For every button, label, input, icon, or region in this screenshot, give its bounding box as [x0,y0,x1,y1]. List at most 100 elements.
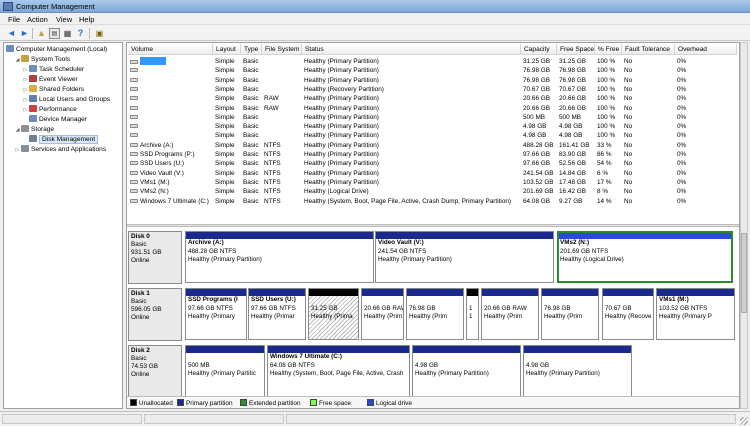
tree-item-performance[interactable]: ▷ Performance [22,105,77,115]
partition-block[interactable]: 31.25 GB Healthy (Prima [308,288,359,340]
table-cell: Simple [215,141,235,149]
disk-label-1[interactable]: Disk 1 Basic 596.05 GB Online [128,288,182,341]
column-header-capacity[interactable]: Capacity [521,44,557,55]
menu-view[interactable]: View [56,15,72,24]
partition-block[interactable]: 70.67 GB Healthy (Recove [602,288,654,340]
table-cell: 14 % [597,197,612,205]
vertical-scrollbar[interactable] [740,42,748,409]
table-cell: 0% [677,151,687,158]
column-header-overhead[interactable]: Overhead [675,44,737,55]
table-cell [264,66,302,76]
partition-size: 500 MB [188,361,210,369]
menu-help[interactable]: Help [79,15,94,24]
title-bar: Computer Management [0,0,750,13]
partition-block[interactable]: 76.98 GB Healthy (Prim [541,288,599,340]
table-cell: 100 % [597,132,616,140]
expand-icon[interactable]: ▷ [22,75,29,85]
collapse-icon[interactable]: ◢ [14,55,21,65]
disk-label-2[interactable]: Disk 2 Basic 74.53 GB Online [128,345,182,398]
partition-block[interactable]: SSD Programs (I 97.66 GB NTFS Healthy (Pri… [185,288,247,340]
column-header-status[interactable]: Status [302,44,521,55]
resize-grip-icon[interactable] [740,417,748,425]
properties-icon[interactable]: ▦ [62,28,73,39]
table-row[interactable]: Simple Basic Healthy (Primary Partition) 50… [127,113,739,122]
disk-label-0[interactable]: Disk 0 Basic 931.51 GB Online [128,231,182,284]
expand-icon[interactable]: ▷ [22,85,29,95]
partition-block[interactable]: Video Vault (V:) 241.54 GB NTFS Healthy (P… [375,231,554,283]
help-icon[interactable]: ? [75,28,86,39]
pane-splitter[interactable] [127,224,739,227]
table-row[interactable]: Simple Basic Healthy (Primary Partition) 31… [127,57,739,66]
table-row[interactable]: Windows 7 Ultimate (C:) Simple Basic NTFS He… [127,197,739,206]
tree-item-shared-folders[interactable]: ▷ Shared Folders [22,85,84,95]
partition-block[interactable]: VMs2 (N:) 201.69 GB NTFS Healthy (Logical … [557,231,733,283]
tree-item-storage[interactable]: ◢ Storage [14,125,54,135]
forward-arrow-icon[interactable]: ► [19,28,30,39]
column-header-file-system[interactable]: File System [262,44,302,55]
partition-status: Healthy (Primary [188,313,235,320]
table-row[interactable]: Simple Basic RAW Healthy (Primary Partition… [127,104,739,113]
table-row[interactable]: VMs1 (M:) Simple Basic NTFS Healthy (Primary… [127,178,739,187]
scrollbar-thumb[interactable] [741,233,747,313]
tree-item-event-viewer[interactable]: ▷ Event Viewer [22,75,78,85]
table-row[interactable]: Simple Basic Healthy (Primary Partition) 76… [127,76,739,85]
table-cell: Basic [243,151,259,158]
expand-icon[interactable]: ▷ [14,145,21,155]
volume-icon [130,124,138,129]
tree-item-task-scheduler[interactable]: ▷ Task Scheduler [22,65,84,75]
column-header-volume[interactable]: Volume [128,44,213,55]
tree-item-local-users-and-groups[interactable]: ▷ Local Users and Groups [22,95,110,105]
partition-block[interactable]: Windows 7 Ultimate (C:) 64.08 GB NTFS Heal… [267,345,410,397]
up-folder-icon[interactable]: ▲ [36,28,47,39]
partition-block[interactable]: 20.66 GB RAW Healthy (Prim [361,288,404,340]
panel-icon[interactable]: ▣ [94,28,105,39]
tree-item-device-manager[interactable]: Device Manager [22,115,87,125]
collapse-icon[interactable]: ◢ [14,125,21,135]
partition-block[interactable]: Archive (A:) 488.28 GB NTFS Healthy (Prima… [185,231,374,283]
table-row[interactable]: Simple Basic Healthy (Primary Partition) 76… [127,66,739,75]
column-header--free[interactable]: % Free [595,44,622,55]
table-row[interactable]: Simple Basic RAW Healthy (Primary Partition… [127,94,739,103]
partition-block[interactable]: 4.98 GB Healthy (Primary Partition) [523,345,632,397]
table-row[interactable]: VMs2 (N:) Simple Basic NTFS Healthy (Logical… [127,187,739,196]
partition-block[interactable]: 500 MB Healthy (Primary Partitic [185,345,265,397]
partition-body: 20.66 GB RAW Healthy (Prim [362,296,403,322]
table-row[interactable]: Archive (A:) Simple Basic NTFS Healthy (Prim… [127,141,739,150]
partition-block[interactable]: VMs1 (M:) 103.52 GB NTFS Healthy (Primary … [656,288,735,340]
column-header-free-space[interactable]: Free Space [557,44,595,55]
partition-name [603,296,653,305]
show-hide-tree-icon[interactable]: ▤ [49,28,60,39]
table-row[interactable]: Video Vault (V:) Simple Basic NTFS Healthy (… [127,169,739,178]
expand-icon[interactable]: ▷ [22,95,29,105]
menu-action[interactable]: Action [27,15,48,24]
table-row[interactable]: Simple Basic Healthy (Recovery Partition) 7… [127,85,739,94]
table-cell: 100 % [597,113,616,121]
partition-name [407,296,463,305]
tree-item-disk-management[interactable]: Disk Management [22,135,99,145]
partition-block[interactable]: 4.98 GB Healthy (Primary Partition) [412,345,521,397]
partition-size: 4.98 GB [415,361,439,369]
column-header-layout[interactable]: Layout [213,44,241,55]
tree-item-root[interactable]: Computer Management (Local) [6,45,107,55]
table-cell: Simple [215,67,235,75]
table-row[interactable]: SSD Users (U:) Simple Basic NTFS Healthy (Pr… [127,159,739,168]
table-row[interactable]: SSD Programs (P:) Simple Basic NTFS Healthy … [127,150,739,159]
expand-icon[interactable]: ▷ [22,65,29,75]
tree-item-label: Services and Applications [31,146,107,153]
back-arrow-icon[interactable]: ◄ [6,28,17,39]
partition-block[interactable]: 76.98 GB Healthy (Prim [406,288,464,340]
table-row[interactable]: Simple Basic Healthy (Primary Partition) 4.… [127,122,739,131]
tree-item-system-tools[interactable]: ◢ System Tools [14,55,70,65]
partition-body: Video Vault (V:) 241.54 GB NTFS Healthy (P… [376,239,553,265]
tree-item-services-and-applications[interactable]: ▷ Services and Applications [14,145,106,155]
column-header-fault-tolerance[interactable]: Fault Tolerance [622,44,675,55]
partition-name [309,296,358,305]
legend-label: Unallocated [139,400,173,407]
partition-block[interactable]: 11 [466,288,479,340]
column-header-type[interactable]: Type [241,44,262,55]
table-row[interactable]: Simple Basic Healthy (Primary Partition) 4.… [127,131,739,140]
menu-file[interactable]: File [8,15,20,24]
expand-icon[interactable]: ▷ [22,105,29,115]
partition-block[interactable]: SSD Users (U:) 97.66 GB NTFS Healthy (Prim… [248,288,306,340]
partition-block[interactable]: 20.66 GB RAW Healthy (Prim [481,288,539,340]
